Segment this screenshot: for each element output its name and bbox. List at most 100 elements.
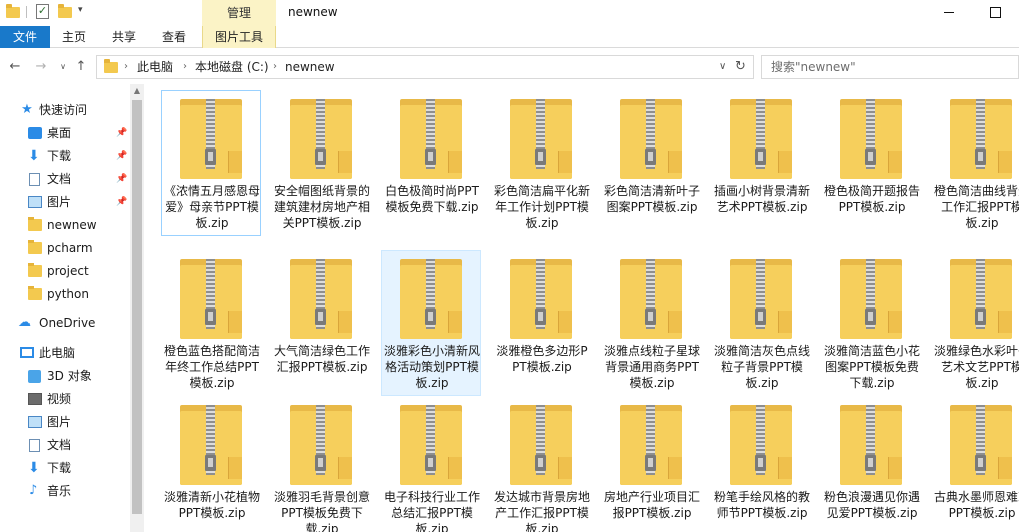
zip-folder-icon: [840, 259, 902, 339]
minimize-button[interactable]: [926, 0, 972, 26]
refresh-icon[interactable]: ↻: [735, 56, 746, 78]
new-folder-icon[interactable]: [58, 4, 72, 18]
nav-item-downloads[interactable]: ⬇ 下载 📌: [0, 145, 130, 167]
file-item[interactable]: 淡雅简洁蓝色小花图案PPT模板免费下载.zip: [821, 250, 921, 396]
nav-item-pictures[interactable]: 图片 📌: [0, 191, 130, 213]
file-item[interactable]: 白色极简时尚PPT模板免费下载.zip: [381, 90, 481, 236]
zip-folder-icon: [290, 99, 352, 179]
file-item[interactable]: 淡雅简洁灰色点线粒子背景PPT模板.zip: [711, 250, 811, 396]
file-item[interactable]: 淡雅橙色多边形PPT模板.zip: [491, 250, 591, 396]
breadcrumb-separator[interactable]: ›: [124, 56, 128, 78]
file-item[interactable]: 彩色简洁清新叶子图案PPT模板.zip: [601, 90, 701, 236]
quick-access-dropdown-icon[interactable]: ▾: [78, 5, 83, 15]
zip-folder-icon: [290, 259, 352, 339]
nav-onedrive[interactable]: ☁ OneDrive: [0, 312, 130, 334]
file-name: 淡雅简洁灰色点线粒子背景PPT模板.zip: [714, 344, 811, 390]
nav-scrollbar[interactable]: ▲: [130, 84, 144, 532]
file-item[interactable]: 粉色浪漫遇见你遇见爱PPT模板.zip: [821, 396, 921, 532]
tab-home[interactable]: 主页: [54, 26, 94, 48]
nav-item-videos[interactable]: 视频: [0, 388, 130, 410]
nav-item-documents[interactable]: 文档 📌: [0, 168, 130, 190]
file-item[interactable]: 发达城市背景房地产工作汇报PPT模板.zip: [491, 396, 591, 532]
zip-folder-icon: [400, 259, 462, 339]
file-name: 电子科技行业工作总结汇报PPT模板.zip: [384, 490, 481, 532]
file-item[interactable]: 橙色简洁曲线背景工作汇报PPT模板.zip: [931, 90, 1019, 236]
zip-folder-icon: [290, 405, 352, 485]
file-item[interactable]: 电子科技行业工作总结汇报PPT模板.zip: [381, 396, 481, 532]
scroll-thumb[interactable]: [132, 100, 142, 514]
music-icon: ♪: [29, 483, 38, 498]
nav-quick-access[interactable]: ★ 快速访问: [0, 99, 130, 121]
tab-view[interactable]: 查看: [154, 26, 194, 48]
nav-item-music[interactable]: ♪ 音乐: [0, 480, 130, 502]
file-item[interactable]: 淡雅清新小花植物PPT模板.zip: [161, 396, 261, 532]
breadcrumb-newnew[interactable]: newnew: [285, 56, 335, 78]
file-name: 安全帽图纸背景的建筑建材房地产相关PPT模板.zip: [274, 184, 371, 230]
nav-item-project[interactable]: project: [0, 260, 130, 282]
properties-icon[interactable]: ✓: [36, 4, 49, 19]
file-item[interactable]: 《浓情五月感恩母爱》母亲节PPT模板.zip: [161, 90, 261, 236]
divider: [26, 6, 27, 18]
address-row: ← → ∨ ↑ › 此电脑 › 本地磁盘 (C:) › newnew ∨ ↻ 搜…: [0, 52, 1019, 82]
cube-icon: [28, 370, 41, 383]
file-name: 橙色极简开题报告PPT模板.zip: [824, 184, 921, 214]
maximize-button[interactable]: [972, 0, 1018, 26]
file-item[interactable]: 淡雅羽毛背景创意PPT模板免费下载.zip: [271, 396, 371, 532]
file-item[interactable]: 大气简洁绿色工作汇报PPT模板.zip: [271, 250, 371, 396]
nav-item-3d-objects[interactable]: 3D 对象: [0, 365, 130, 387]
file-item[interactable]: 彩色简洁扁平化新年工作计划PPT模板.zip: [491, 90, 591, 236]
file-item[interactable]: 粉笔手绘风格的教师节PPT模板.zip: [711, 396, 811, 532]
download-icon: ⬇: [28, 148, 40, 164]
address-bar[interactable]: › 此电脑 › 本地磁盘 (C:) › newnew ∨ ↻: [96, 55, 754, 79]
pin-icon: 📌: [116, 151, 128, 161]
nav-item-pc-downloads[interactable]: ⬇ 下载: [0, 457, 130, 479]
up-button[interactable]: ↑: [72, 58, 90, 76]
nav-this-pc[interactable]: 此电脑: [0, 342, 130, 364]
tab-share[interactable]: 共享: [104, 26, 144, 48]
nav-item-pcharm[interactable]: pcharm: [0, 237, 130, 259]
recent-dropdown-button[interactable]: ∨: [54, 58, 72, 76]
file-item[interactable]: 古典水墨师恩难忘PPT模板.zip: [931, 396, 1019, 532]
file-item[interactable]: 淡雅绿色水彩叶子艺术文艺PPT模板.zip: [931, 250, 1019, 396]
zip-folder-icon: [400, 405, 462, 485]
file-item[interactable]: 淡雅彩色小清新风格活动策划PPT模板.zip: [381, 250, 481, 396]
zip-folder-icon: [180, 405, 242, 485]
file-item[interactable]: 淡雅点线粒子星球背景通用商务PPT模板.zip: [601, 250, 701, 396]
file-name: 古典水墨师恩难忘PPT模板.zip: [934, 490, 1019, 520]
tab-picture-tools[interactable]: 图片工具: [202, 26, 276, 48]
file-name: 房地产行业项目汇报PPT模板.zip: [604, 490, 701, 520]
search-input[interactable]: 搜索"newnew": [761, 55, 1019, 79]
file-name: 淡雅彩色小清新风格活动策划PPT模板.zip: [384, 344, 481, 390]
zip-folder-icon: [180, 99, 242, 179]
file-item[interactable]: 插画小树背景清新艺术PPT模板.zip: [711, 90, 811, 236]
file-item[interactable]: 橙色极简开题报告PPT模板.zip: [821, 90, 921, 236]
breadcrumb-this-pc[interactable]: 此电脑: [137, 56, 173, 78]
back-button[interactable]: ←: [6, 58, 24, 76]
zip-folder-icon: [620, 405, 682, 485]
zip-folder-icon: [510, 259, 572, 339]
forward-button[interactable]: →: [32, 58, 50, 76]
breadcrumb-separator[interactable]: ›: [183, 56, 187, 78]
file-name: 淡雅清新小花植物PPT模板.zip: [164, 490, 261, 520]
nav-item-newnew[interactable]: newnew: [0, 214, 130, 236]
nav-item-desktop[interactable]: 桌面 📌: [0, 122, 130, 144]
address-dropdown-icon[interactable]: ∨: [719, 56, 726, 78]
nav-item-pc-documents[interactable]: 文档: [0, 434, 130, 456]
tab-manage[interactable]: 管理: [202, 0, 276, 26]
tab-file[interactable]: 文件: [0, 26, 50, 48]
nav-item-python[interactable]: python: [0, 283, 130, 305]
file-item[interactable]: 安全帽图纸背景的建筑建材房地产相关PPT模板.zip: [271, 90, 371, 236]
zip-folder-icon: [840, 99, 902, 179]
file-grid: 《浓情五月感恩母爱》母亲节PPT模板.zip 安全帽图纸背景的建筑建材房地产相关…: [146, 84, 1019, 532]
breadcrumb-separator[interactable]: ›: [273, 56, 277, 78]
scroll-up-icon[interactable]: ▲: [130, 84, 144, 98]
file-name: 橙色蓝色搭配简洁年终工作总结PPT模板.zip: [164, 344, 261, 390]
desktop-icon: [28, 127, 42, 139]
file-item[interactable]: 房地产行业项目汇报PPT模板.zip: [601, 396, 701, 532]
nav-item-pc-pictures[interactable]: 图片: [0, 411, 130, 433]
file-name: 粉色浪漫遇见你遇见爱PPT模板.zip: [824, 490, 921, 520]
zip-folder-icon: [180, 259, 242, 339]
file-item[interactable]: 橙色蓝色搭配简洁年终工作总结PPT模板.zip: [161, 250, 261, 396]
computer-icon: [20, 347, 34, 358]
breadcrumb-local-disk[interactable]: 本地磁盘 (C:): [195, 56, 269, 78]
